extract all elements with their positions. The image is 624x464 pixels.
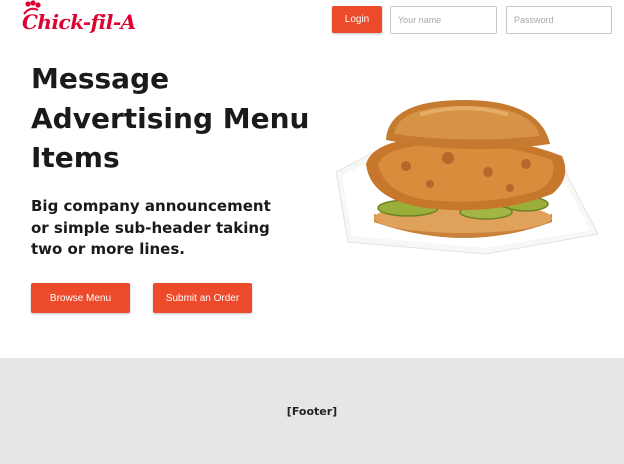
hero-headline: Message Advertising Menu Items [31, 62, 310, 174]
submit-order-button[interactable]: Submit an Order [153, 283, 252, 313]
hero-subheader: Big company announcement or simple sub-h… [31, 197, 271, 258]
login-button[interactable]: Login [332, 6, 382, 33]
footer-label: [Footer] [286, 405, 338, 418]
password-field[interactable] [506, 6, 612, 34]
chicken-sandwich-image [335, 100, 599, 255]
name-field[interactable] [390, 6, 497, 34]
logo-wordmark: Chick-fil-A [22, 10, 136, 34]
footer: [Footer] [0, 358, 624, 464]
browse-menu-button[interactable]: Browse Menu [31, 283, 130, 313]
chick-fil-a-logo[interactable]: Chick-fil-A [18, 0, 136, 46]
